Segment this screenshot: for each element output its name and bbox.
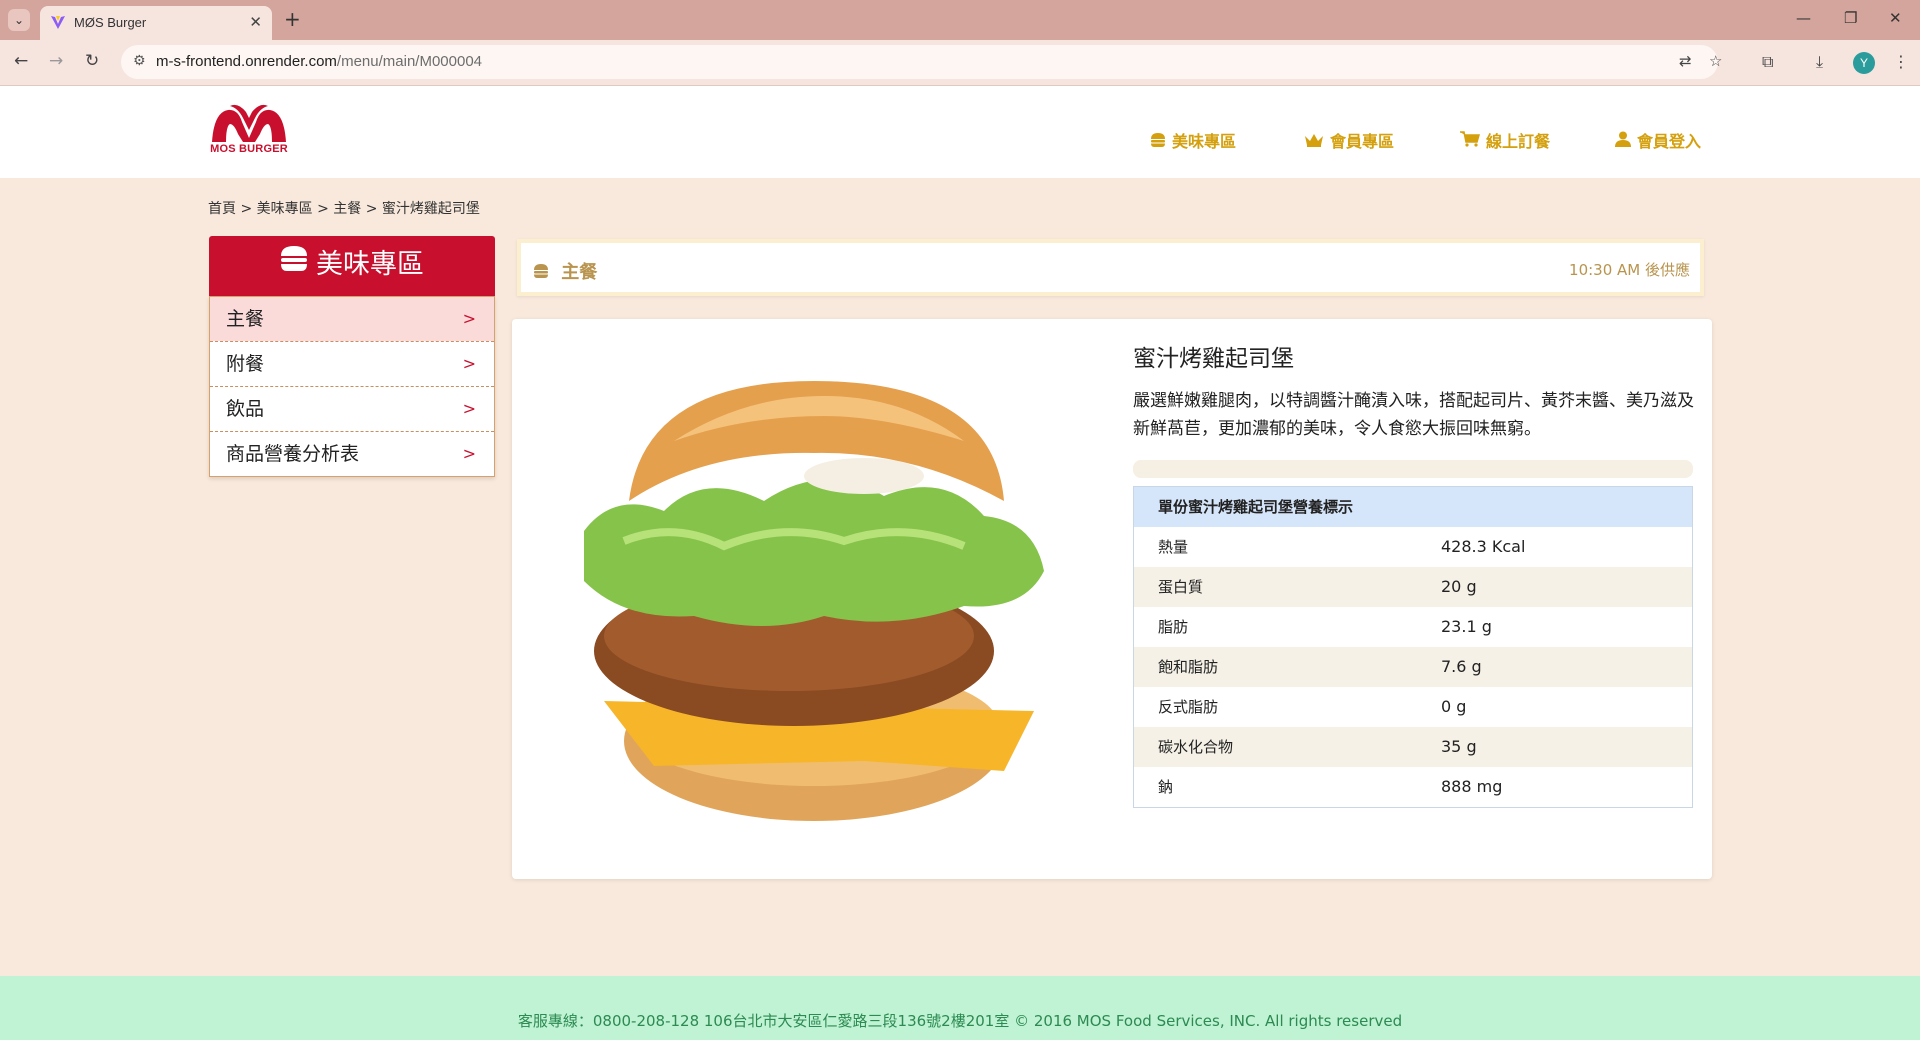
category-header: 主餐 10:30 AM 後供應 (517, 239, 1704, 296)
nutrition-table-title: 單份蜜汁烤雞起司堡營養標示 (1134, 487, 1692, 527)
minimize-icon[interactable]: — (1796, 9, 1811, 27)
vite-favicon-icon (51, 16, 65, 29)
chevron-right-icon: > (462, 354, 476, 373)
new-tab-button[interactable]: + (284, 7, 301, 31)
breadcrumb[interactable]: 首頁 > 美味專區 > 主餐 > 蜜汁烤雞起司堡 (208, 198, 480, 218)
extensions-icon[interactable]: ⧉ (1762, 52, 1773, 72)
nav-online-order[interactable]: 線上訂餐 (1460, 128, 1550, 152)
browser-tab-bar: ⌄ MØS Burger ✕ + — ❐ ✕ (0, 0, 1920, 40)
crown-icon (1304, 132, 1324, 151)
browser-tab[interactable]: MØS Burger ✕ (40, 6, 272, 40)
restore-icon[interactable]: ❐ (1844, 9, 1857, 27)
product-card: 蜜汁烤雞起司堡 嚴選鮮嫩雞腿肉，以特調醬汁醃漬入味，搭配起司片、黃芥末醬、美乃滋… (512, 319, 1712, 879)
bookmark-star-icon[interactable]: ☆ (1709, 52, 1722, 70)
nav-member-zone[interactable]: 會員專區 (1304, 128, 1394, 152)
url-text: m-s-frontend.onrender.com/menu/main/M000… (156, 53, 483, 70)
profile-avatar[interactable]: Y (1853, 52, 1875, 74)
tab-title: MØS Burger (74, 15, 147, 30)
table-row: 反式脂肪 0 g (1134, 687, 1692, 727)
forward-icon[interactable]: → (49, 51, 63, 71)
chevron-right-icon: > (462, 399, 476, 418)
back-icon[interactable]: ← (14, 51, 28, 71)
sidebar-item-main-meal[interactable]: 主餐 > (210, 296, 494, 341)
category-title: 主餐 (533, 258, 597, 284)
address-bar[interactable]: ⚙ m-s-frontend.onrender.com/menu/main/M0… (121, 45, 1722, 79)
logo-text: MOS BURGER (210, 143, 288, 155)
sidebar-list: 主餐 > 附餐 > 飲品 > 商品營養分析表 > (209, 296, 495, 477)
site-info-icon[interactable]: ⚙ (133, 53, 146, 69)
chevron-right-icon: > (462, 309, 476, 328)
burger-icon (280, 234, 308, 292)
nav-tasty-zone[interactable]: 美味專區 (1150, 128, 1236, 152)
sidebar-title: 美味專區 (209, 236, 495, 296)
mos-logo-mark-icon (212, 104, 286, 142)
cart-icon (1460, 131, 1480, 151)
burger-icon (1150, 132, 1166, 151)
chevron-right-icon: > (462, 444, 476, 463)
site-header: MOS BURGER 美味專區 會員專區 線上訂餐 會員登入 (0, 86, 1920, 178)
close-window-icon[interactable]: ✕ (1889, 9, 1902, 27)
table-row: 蛋白質 20 g (1134, 567, 1692, 607)
table-row: 鈉 888 mg (1134, 767, 1692, 807)
table-row: 脂肪 23.1 g (1134, 607, 1692, 647)
sidebar-item-drinks[interactable]: 飲品 > (210, 386, 494, 431)
reload-icon[interactable]: ↻ (85, 51, 99, 71)
footer-contact-text: 客服專線：0800-208-128 106台北市大安區仁愛路三段136號2樓20… (517, 1012, 1403, 1030)
table-row: 碳水化合物 35 g (1134, 727, 1692, 767)
burger-icon (533, 262, 555, 283)
nav-member-login[interactable]: 會員登入 (1615, 128, 1701, 152)
serving-time-note: 10:30 AM 後供應 (1569, 261, 1690, 279)
user-icon (1615, 131, 1631, 151)
tab-search-button[interactable]: ⌄ (8, 9, 30, 31)
product-description: 嚴選鮮嫩雞腿肉，以特調醬汁醃漬入味，搭配起司片、黃芥末醬、美乃滋及新鮮萵苣，更加… (1133, 391, 1694, 439)
table-row: 飽和脂肪 7.6 g (1134, 647, 1692, 687)
browser-toolbar: ← → ↻ ⚙ m-s-frontend.onrender.com/menu/m… (0, 40, 1920, 86)
sidebar: 美味專區 主餐 > 附餐 > 飲品 > 商品營養分析表 > (209, 236, 495, 477)
mos-burger-logo[interactable]: MOS BURGER (208, 102, 290, 158)
site-footer: 客服專線：0800-208-128 106台北市大安區仁愛路三段136號2樓20… (0, 976, 1920, 1040)
product-image (584, 381, 1044, 821)
sidebar-item-nutrition-table[interactable]: 商品營養分析表 > (210, 431, 494, 476)
download-icon[interactable]: ⤓ (1816, 52, 1823, 72)
product-name: 蜜汁烤雞起司堡 (1133, 346, 1294, 372)
nutrition-table: 單份蜜汁烤雞起司堡營養標示 熱量 428.3 Kcal 蛋白質 20 g 脂肪 … (1133, 486, 1693, 808)
translate-icon[interactable]: ⇄ (1679, 52, 1692, 70)
browser-menu-icon[interactable]: ⋮ (1893, 52, 1909, 71)
table-row: 熱量 428.3 Kcal (1134, 527, 1692, 567)
tab-close-icon[interactable]: ✕ (249, 13, 262, 31)
divider-bar (1133, 460, 1693, 478)
sidebar-item-side-dish[interactable]: 附餐 > (210, 341, 494, 386)
